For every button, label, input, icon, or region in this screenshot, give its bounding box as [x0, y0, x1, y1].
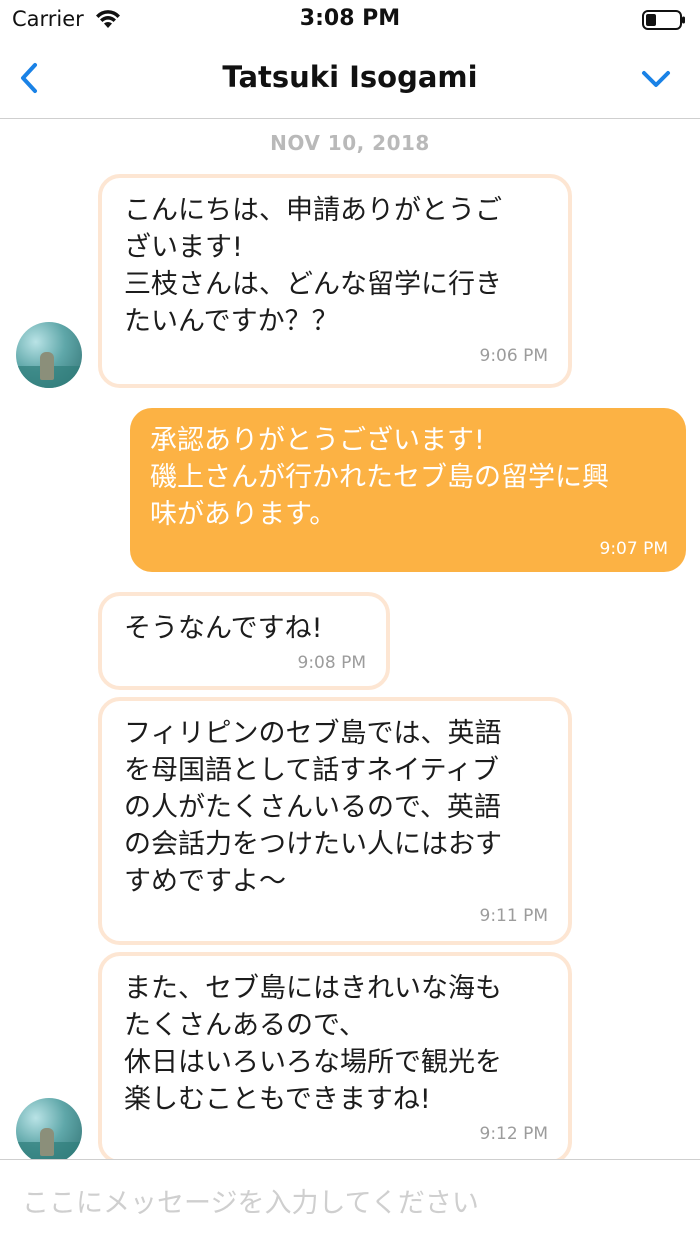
message-text: また、セブ島にはきれいな海も たくさんあるので、 休日はいろいろな場所で観光を …	[124, 973, 502, 1115]
message-timestamp: 9:07 PM	[599, 539, 669, 559]
sender-avatar[interactable]	[16, 322, 82, 388]
chevron-down-icon[interactable]	[640, 64, 672, 94]
message-timestamp: 9:06 PM	[479, 346, 549, 366]
incoming-message-bubble: こんにちは、申請ありがとうご ざいます! 三枝さんは、どんな留学に行き たいんで…	[98, 174, 572, 388]
message-input-bar	[0, 1159, 700, 1245]
conversation-title: Tatsuki Isogami	[222, 60, 478, 94]
sender-avatar[interactable]	[16, 1098, 82, 1159]
message-timestamp: 9:08 PM	[297, 653, 367, 673]
incoming-message-bubble: フィリピンのセブ島では、英語 を母国語として話すネイティブ の人がたくさんいるの…	[98, 697, 572, 945]
message-timestamp: 9:12 PM	[479, 1124, 549, 1144]
navigation-bar: Tatsuki Isogami	[0, 40, 700, 119]
message-text: フィリピンのセブ島では、英語 を母国語として話すネイティブ の人がたくさんいるの…	[124, 718, 502, 897]
message-text: そうなんですね!	[124, 613, 323, 644]
message-text: 承認ありがとうございます! 磯上さんが行かれたセブ島の留学に興 味があります。	[150, 425, 609, 530]
incoming-message-bubble: そうなんですね! 9:08 PM	[98, 592, 390, 690]
message-input[interactable]	[20, 1180, 684, 1226]
message-list[interactable]: NOV 10, 2018 こんにちは、申請ありがとうご ざいます! 三枝さんは、…	[0, 119, 700, 1159]
date-separator: NOV 10, 2018	[270, 131, 430, 155]
battery-icon	[642, 10, 685, 30]
status-time: 3:08 PM	[299, 6, 401, 31]
message-timestamp: 9:11 PM	[479, 906, 549, 926]
status-bar: Carrier 3:08 PM	[0, 0, 700, 40]
outgoing-message-bubble: 承認ありがとうございます! 磯上さんが行かれたセブ島の留学に興 味があります。 …	[130, 408, 686, 572]
incoming-message-bubble: また、セブ島にはきれいな海も たくさんあるので、 休日はいろいろな場所で観光を …	[98, 952, 572, 1159]
message-text: こんにちは、申請ありがとうご ざいます! 三枝さんは、どんな留学に行き たいんで…	[124, 195, 502, 337]
